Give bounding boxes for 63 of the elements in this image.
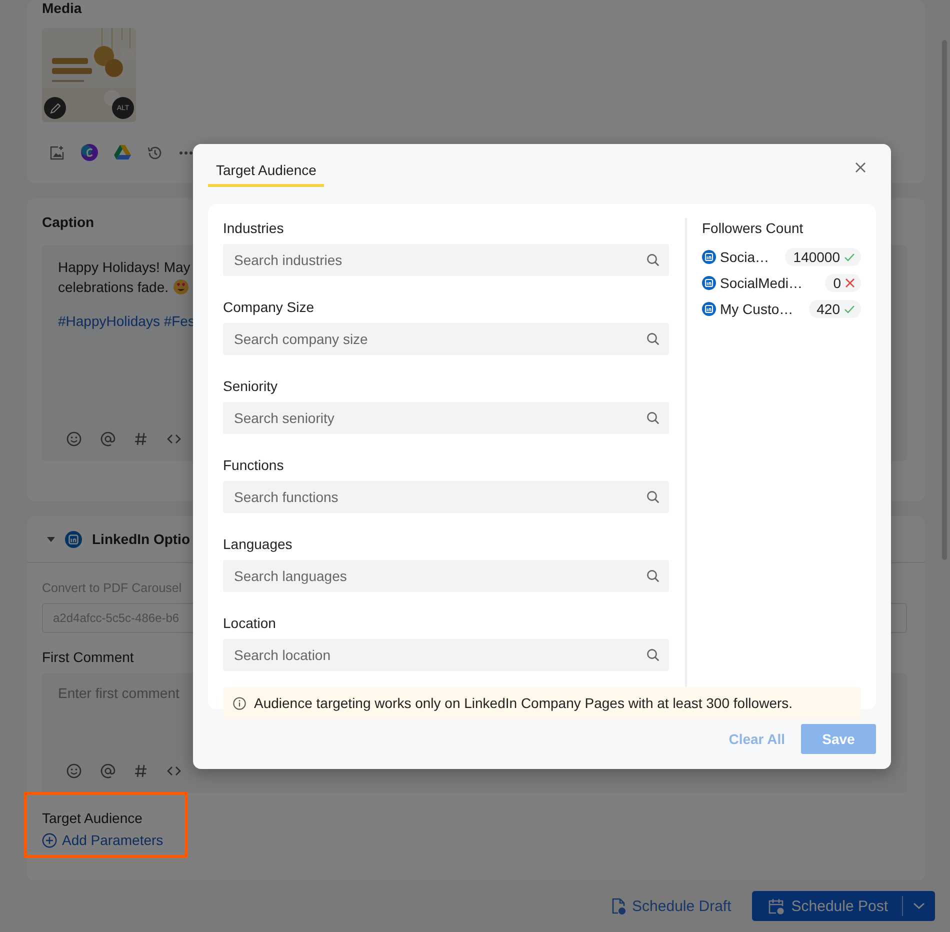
search-field[interactable]: Search industries: [223, 244, 669, 276]
more-icon[interactable]: [179, 150, 193, 154]
search-icon: [646, 411, 660, 425]
field-label: First Comment: [42, 649, 134, 665]
plus-circle-icon: [42, 832, 57, 848]
field-label: Seniority: [223, 377, 278, 396]
schedule-draft-button[interactable]: Schedule Draft: [605, 896, 738, 916]
field-label: Company Size: [223, 298, 316, 317]
linkedin-icon: [65, 530, 82, 548]
mention-icon[interactable]: [100, 763, 116, 779]
search-icon: [646, 648, 660, 662]
linkedin-icon: [702, 302, 716, 316]
linkedin-icon: [702, 250, 716, 264]
calendar-clock-icon: [768, 898, 786, 914]
search-field[interactable]: Search functions: [223, 481, 669, 513]
drive-icon[interactable]: [114, 145, 131, 160]
column-title: Followers Count: [702, 219, 804, 238]
account-name: Socia…: [720, 249, 770, 265]
add-parameters-link[interactable]: Add Parameters: [42, 832, 164, 848]
mention-icon[interactable]: [100, 431, 116, 447]
field-label: Languages: [223, 535, 294, 554]
field-label: Industries: [223, 219, 285, 238]
emoji-icon[interactable]: [66, 431, 82, 447]
search-icon: [646, 332, 660, 346]
scrollbar[interactable]: [942, 40, 947, 560]
search-icon: [646, 569, 660, 583]
close-button[interactable]: [855, 162, 866, 172]
section-title: Media: [42, 0, 82, 16]
schedule-post-button[interactable]: Schedule Post: [752, 891, 935, 921]
account-name: My Custo…: [720, 301, 794, 317]
hashtag-icon[interactable]: [134, 431, 148, 447]
search-field[interactable]: Search seniority: [223, 402, 669, 434]
caption-text: celebrations fade.: [58, 278, 169, 297]
canva-icon[interactable]: [81, 144, 98, 161]
hashtag-icon[interactable]: [134, 763, 148, 779]
field-label: Target Audience: [42, 810, 142, 826]
field-label: Location: [223, 614, 277, 633]
heart-eyes-emoji-icon: [172, 279, 189, 295]
history-icon[interactable]: [147, 144, 163, 160]
section-title: Caption: [42, 214, 94, 230]
info-icon: [233, 696, 246, 710]
caret-icon[interactable]: [47, 536, 55, 542]
pencil-icon: [50, 102, 60, 114]
account-name: SocialMedi…: [720, 275, 804, 291]
caption-text: Happy Holidays! May: [58, 258, 190, 277]
follower-count-badge: 140000: [785, 248, 861, 266]
search-field[interactable]: Search company size: [223, 323, 669, 355]
close-icon: [855, 162, 866, 172]
document-clock-icon: [611, 898, 626, 914]
follower-count-badge: 420: [808, 300, 861, 318]
section-title: LinkedIn Optio: [92, 531, 190, 547]
field-label: Functions: [223, 456, 285, 475]
search-icon: [646, 253, 660, 267]
search-field[interactable]: Search languages: [223, 560, 669, 592]
emoji-icon[interactable]: [66, 763, 82, 779]
add-image-icon[interactable]: [49, 144, 65, 160]
dialog-tab[interactable]: Target Audience: [208, 158, 324, 186]
linkedin-icon: [702, 276, 716, 290]
search-icon: [646, 490, 660, 504]
follower-count-badge: 0: [825, 274, 861, 292]
notice-text: Audience targeting works only on LinkedIn Company Pages with at least 300 followers.: [254, 695, 793, 711]
search-field[interactable]: Search location: [223, 639, 669, 671]
chevron-down-icon[interactable]: [913, 902, 925, 910]
